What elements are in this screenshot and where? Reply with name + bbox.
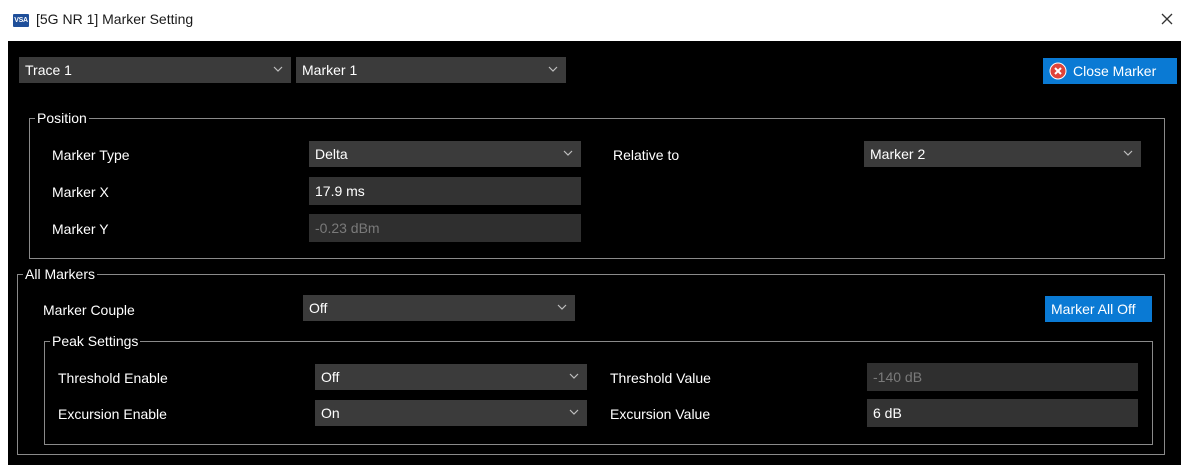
marker-y-input: -0.23 dBm: [309, 214, 581, 242]
marker-setting-window: VSA [5G NR 1] Marker Setting Trace 1 Mar…: [0, 0, 1181, 472]
marker-couple-label: Marker Couple: [43, 302, 135, 318]
marker-couple-select[interactable]: Off: [303, 295, 575, 321]
trace-select[interactable]: Trace 1: [19, 57, 291, 83]
relative-to-value: Marker 2: [870, 146, 926, 162]
marker-type-value: Delta: [315, 146, 348, 162]
relative-to-label: Relative to: [613, 147, 680, 163]
peak-settings-group: Peak Settings Threshold Enable Off Thres…: [44, 332, 1153, 445]
chevron-down-icon: [1123, 150, 1133, 156]
close-marker-button[interactable]: Close Marker: [1043, 58, 1177, 84]
excursion-value-input[interactable]: 6 dB: [867, 399, 1138, 427]
threshold-enable-value: Off: [321, 369, 340, 385]
window-title: [5G NR 1] Marker Setting: [36, 11, 194, 27]
excursion-enable-select[interactable]: On: [315, 400, 587, 426]
relative-to-select[interactable]: Marker 2: [864, 141, 1141, 167]
trace-select-value: Trace 1: [25, 62, 72, 78]
threshold-enable-label: Threshold Enable: [58, 370, 168, 386]
excursion-enable-value: On: [321, 405, 340, 421]
marker-type-select[interactable]: Delta: [309, 141, 581, 167]
close-circle-icon: [1049, 62, 1067, 80]
marker-all-off-button[interactable]: Marker All Off: [1045, 296, 1152, 322]
vsa-app-icon: VSA: [13, 14, 29, 27]
chevron-down-icon: [557, 304, 567, 310]
marker-select[interactable]: Marker 1: [296, 57, 566, 83]
excursion-enable-label: Excursion Enable: [58, 406, 167, 422]
marker-couple-value: Off: [309, 300, 328, 316]
close-window-icon[interactable]: [1156, 8, 1178, 30]
threshold-enable-select[interactable]: Off: [315, 364, 587, 390]
chevron-down-icon: [548, 66, 558, 72]
chevron-down-icon: [569, 409, 579, 415]
marker-select-value: Marker 1: [302, 62, 358, 78]
all-markers-group-title: All Markers: [23, 265, 98, 283]
position-group: Position Marker Type Delta Relative to M…: [29, 109, 1165, 259]
marker-y-label: Marker Y: [52, 221, 109, 237]
position-group-title: Position: [35, 109, 89, 127]
title-bar: VSA [5G NR 1] Marker Setting: [0, 0, 1181, 40]
threshold-value-input: -140 dB: [867, 363, 1138, 391]
marker-type-label: Marker Type: [52, 147, 130, 163]
marker-x-label: Marker X: [52, 184, 109, 200]
all-markers-group: All Markers Marker Couple Off Marker All…: [17, 265, 1165, 455]
peak-settings-group-title: Peak Settings: [50, 332, 141, 350]
threshold-value-label: Threshold Value: [610, 370, 711, 386]
excursion-value-label: Excursion Value: [610, 406, 711, 422]
marker-x-input[interactable]: 17.9 ms: [309, 177, 581, 205]
chevron-down-icon: [569, 373, 579, 379]
close-marker-label: Close Marker: [1073, 63, 1157, 79]
chevron-down-icon: [273, 66, 283, 72]
chevron-down-icon: [563, 150, 573, 156]
dialog-body: Trace 1 Marker 1 Close Marker Position M…: [8, 41, 1181, 465]
